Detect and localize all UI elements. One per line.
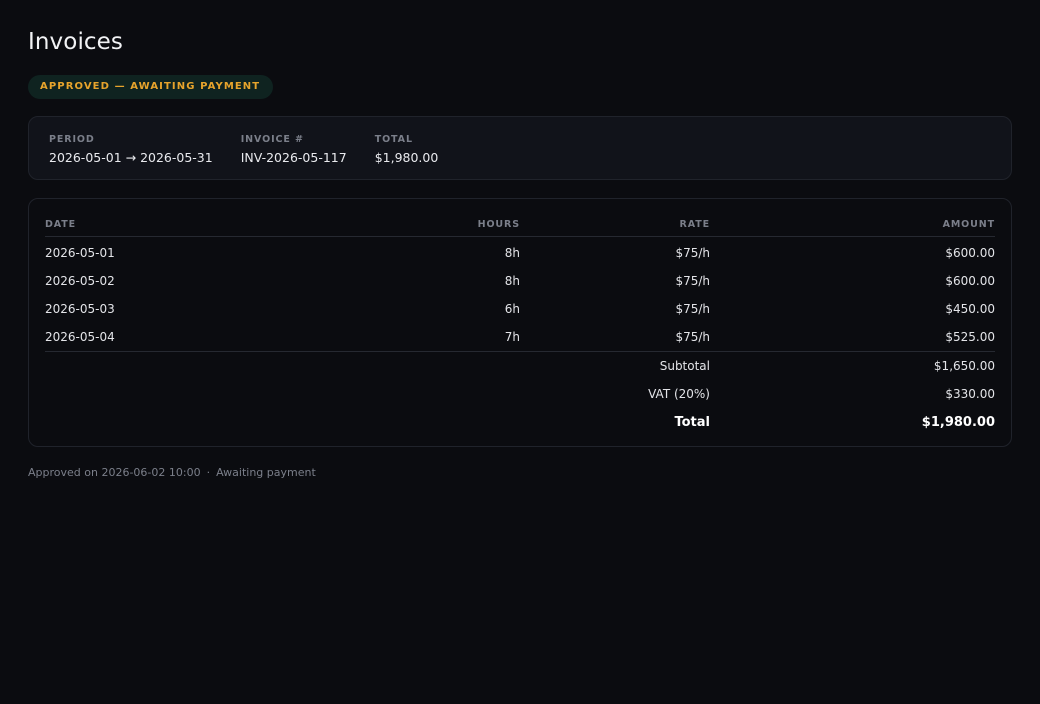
subtotal-value: $1,650.00 (710, 351, 995, 380)
row-hours: 8h (504, 246, 520, 260)
row-amount: $450.00 (945, 302, 995, 316)
total-label: Total (674, 414, 710, 430)
vat-label: VAT (20%) (648, 387, 710, 401)
row-hours: 6h (504, 302, 520, 316)
vat-value: $330.00 (945, 387, 995, 401)
summary-total-label: TOTAL (374, 134, 413, 145)
summary-total: TOTAL $1,980.00 (375, 134, 439, 179)
row-rate: $75/h (675, 274, 710, 288)
approval-footer: Approved on 2026-06-02 10:00 · Awaiting pa… (28, 466, 1012, 479)
invoice-page: Invoices APPROVED — AWAITING PAYMENT PER… (0, 0, 1040, 479)
row-date: 2026-05-03 (45, 302, 115, 316)
period-value: 2026-05-01 → 2026-05-31 (49, 150, 213, 165)
period-label: PERIOD (49, 134, 95, 145)
total-value: $1,980.00 (921, 414, 995, 430)
invoice-summary-card: PERIOD 2026-05-01 → 2026-05-31 INVOICE #… (28, 116, 1012, 180)
table-header-row: DATE HOURS RATE AMOUNT (45, 212, 995, 237)
column-header-date: DATE (45, 212, 235, 237)
summary-total-value: $1,980.00 (374, 150, 439, 165)
row-amount: $525.00 (945, 330, 995, 344)
payment-status-text: Awaiting payment (216, 466, 316, 479)
row-rate: $75/h (675, 302, 710, 316)
line-items-table: DATE HOURS RATE AMOUNT 2026-05-01 8h $75… (45, 212, 995, 436)
table-row: 2026-05-02 8h $75/h $600.00 (45, 267, 995, 295)
footer-separator: · (206, 466, 211, 479)
summary-invoice-number: INVOICE # INV-2026-05-117 (241, 134, 347, 179)
status-badge: APPROVED — AWAITING PAYMENT (28, 75, 274, 99)
column-header-rate: RATE (520, 212, 710, 237)
row-hours: 7h (504, 330, 520, 344)
approved-timestamp: Approved on 2026-06-02 10:00 (28, 466, 201, 479)
line-items-card: DATE HOURS RATE AMOUNT 2026-05-01 8h $75… (28, 198, 1012, 447)
row-rate: $75/h (675, 246, 710, 260)
table-row: 2026-05-04 7h $75/h $525.00 (45, 323, 995, 352)
subtotal-label: Subtotal (520, 351, 710, 380)
row-amount: $600.00 (945, 274, 995, 288)
row-date: 2026-05-01 (45, 246, 115, 260)
table-row: 2026-05-03 6h $75/h $450.00 (45, 295, 995, 323)
summary-period: PERIOD 2026-05-01 → 2026-05-31 (49, 134, 213, 179)
invoice-number-value: INV-2026-05-117 (240, 150, 347, 165)
invoice-number-label: INVOICE # (240, 134, 304, 145)
row-amount: $600.00 (945, 246, 995, 260)
table-row: 2026-05-01 8h $75/h $600.00 (45, 237, 995, 268)
column-header-amount: AMOUNT (710, 212, 995, 237)
page-title: Invoices (28, 29, 124, 55)
row-hours: 8h (504, 274, 520, 288)
column-header-hours: HOURS (235, 212, 520, 237)
subtotal-row: Subtotal $1,650.00 (45, 351, 995, 380)
row-date: 2026-05-02 (45, 274, 115, 288)
row-rate: $75/h (675, 330, 710, 344)
total-row: Total $1,980.00 (45, 408, 995, 436)
vat-row: VAT (20%) $330.00 (45, 380, 995, 408)
row-date: 2026-05-04 (45, 330, 115, 344)
